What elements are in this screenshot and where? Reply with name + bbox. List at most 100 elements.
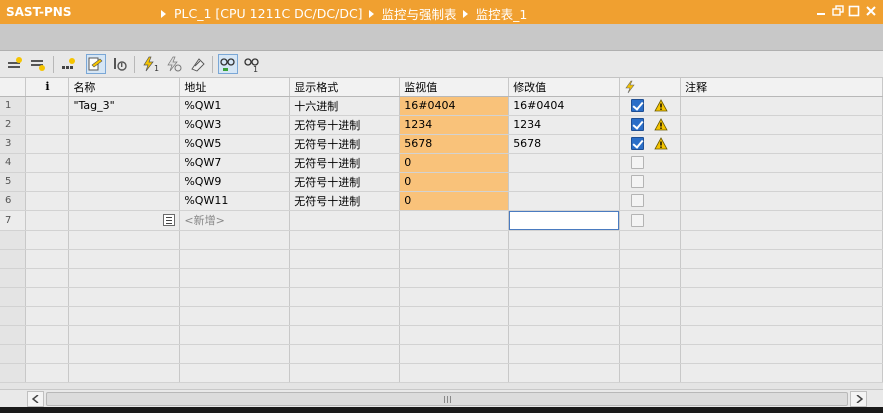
address-cell[interactable]: %QW7 xyxy=(179,153,291,173)
address-column-header[interactable]: 地址 xyxy=(179,78,291,97)
address-cell[interactable]: %QW1 xyxy=(179,96,291,116)
empty-cell xyxy=(25,344,70,364)
display-format-cell[interactable]: 无符号十进制 xyxy=(289,191,401,211)
modify-value-column-header[interactable]: 修改值 xyxy=(508,78,621,97)
table-row[interactable]: 5 %QW9 无符号十进制 0 xyxy=(0,172,883,192)
name-cell[interactable] xyxy=(68,172,181,192)
row-number[interactable]: 4 xyxy=(0,153,27,173)
comment-cell[interactable] xyxy=(680,210,883,231)
breadcrumb-plc[interactable]: PLC_1 [CPU 1211C DC/DC/DC] xyxy=(174,6,363,21)
new-table-row[interactable]: 7 <新增> xyxy=(0,210,883,231)
name-cell[interactable] xyxy=(68,134,181,154)
empty-cell xyxy=(68,306,181,326)
close-icon[interactable] xyxy=(864,4,878,18)
name-column-header[interactable]: 名称 xyxy=(68,78,181,97)
address-cell[interactable]: %QW3 xyxy=(179,115,291,135)
modify-value-cell[interactable]: 16#0404 xyxy=(508,96,621,116)
address-cell[interactable]: %QW5 xyxy=(179,134,291,154)
display-format-cell[interactable]: 无符号十进制 xyxy=(289,172,401,192)
display-format-column-header[interactable]: 显示格式 xyxy=(289,78,401,97)
table-row[interactable]: 3 %QW5 无符号十进制 5678 5678 xyxy=(0,134,883,154)
add-row-icon[interactable] xyxy=(28,54,48,74)
empty-cell xyxy=(25,287,70,307)
row-number[interactable]: 7 xyxy=(0,210,27,231)
show-all-modify-icon[interactable] xyxy=(59,54,79,74)
address-cell[interactable]: %QW9 xyxy=(179,172,291,192)
display-format-cell[interactable] xyxy=(289,210,401,231)
table-row[interactable]: 4 %QW7 无符号十进制 0 xyxy=(0,153,883,173)
comment-cell[interactable] xyxy=(680,153,883,173)
modify-now-icon[interactable]: 1 xyxy=(140,54,160,74)
monitor-value-column-header[interactable]: 监视值 xyxy=(399,78,510,97)
comment-column-header[interactable]: 注释 xyxy=(680,78,883,97)
minimize-icon[interactable] xyxy=(814,4,828,18)
row-number[interactable]: 5 xyxy=(0,172,27,192)
name-cell[interactable] xyxy=(68,153,181,173)
monitor-values-icon[interactable]: 1 xyxy=(242,54,262,74)
modify-checkbox[interactable] xyxy=(631,194,645,208)
modify-checkbox[interactable] xyxy=(631,175,645,189)
empty-cell xyxy=(508,249,621,269)
empty-cell xyxy=(680,344,883,364)
modify-trigger-icon[interactable] xyxy=(164,54,184,74)
name-cell[interactable] xyxy=(68,115,181,135)
monitor-all-icon[interactable] xyxy=(86,54,106,74)
display-format-cell[interactable]: 十六进制 xyxy=(289,96,401,116)
modify-column-header[interactable] xyxy=(619,78,682,97)
modify-value-cell[interactable] xyxy=(508,191,621,211)
address-cell[interactable]: %QW11 xyxy=(179,191,291,211)
display-format-cell[interactable]: 无符号十进制 xyxy=(289,115,401,135)
modify-value-cell[interactable] xyxy=(508,210,621,231)
comment-cell[interactable] xyxy=(680,115,883,135)
comment-cell[interactable] xyxy=(680,134,883,154)
empty-cell xyxy=(179,249,291,269)
monitor-once-icon[interactable] xyxy=(110,54,130,74)
row-number[interactable]: 6 xyxy=(0,191,27,211)
modify-value-input[interactable] xyxy=(509,210,619,229)
modify-value-cell[interactable]: 5678 xyxy=(508,134,621,154)
modify-checkbox[interactable] xyxy=(631,213,645,227)
comment-cell[interactable] xyxy=(680,96,883,116)
display-format-cell[interactable]: 无符号十进制 xyxy=(289,134,401,154)
modify-checkbox[interactable] xyxy=(631,156,645,170)
table-row[interactable]: 6 %QW11 无符号十进制 0 xyxy=(0,191,883,211)
restore-icon[interactable] xyxy=(831,4,845,18)
row-number[interactable]: 2 xyxy=(0,115,27,135)
modify-checkbox[interactable] xyxy=(631,137,645,151)
empty-cell xyxy=(619,344,682,364)
svg-text:1: 1 xyxy=(253,65,258,72)
name-cell[interactable] xyxy=(68,191,181,211)
modify-value-cell[interactable] xyxy=(508,172,621,192)
breadcrumb-watch-table[interactable]: 监控表_1 xyxy=(476,4,528,23)
row-number[interactable]: 1 xyxy=(0,96,27,116)
empty-cell xyxy=(25,230,70,250)
insert-row-icon[interactable] xyxy=(5,54,25,74)
scrollbar-thumb[interactable] xyxy=(46,392,848,406)
comment-cell[interactable] xyxy=(680,191,883,211)
breadcrumb-watch-force-tables[interactable]: 监控与强制表 xyxy=(382,4,457,23)
comment-cell[interactable] xyxy=(680,172,883,192)
info-column-header[interactable]: i xyxy=(25,78,70,97)
scroll-left-icon[interactable] xyxy=(27,391,44,407)
modify-checkbox[interactable] xyxy=(631,99,645,113)
maximize-icon[interactable] xyxy=(847,4,861,18)
row-number[interactable]: 3 xyxy=(0,134,27,154)
horizontal-scrollbar[interactable] xyxy=(0,389,883,407)
empty-cell xyxy=(0,268,27,288)
enable-peripheral-icon[interactable] xyxy=(188,54,208,74)
empty-cell xyxy=(0,230,27,250)
monitor-table-icon[interactable] xyxy=(218,54,238,74)
add-new-cell[interactable]: <新增> xyxy=(179,210,291,231)
empty-cell xyxy=(289,230,401,250)
name-cell[interactable] xyxy=(68,210,181,231)
table-row[interactable]: 2 %QW3 无符号十进制 1234 1234 xyxy=(0,115,883,135)
table-row[interactable]: 1 "Tag_3" %QW1 十六进制 16#0404 16#0404 xyxy=(0,96,883,116)
monitor-value-cell: 0 xyxy=(399,172,510,192)
name-cell[interactable]: "Tag_3" xyxy=(68,96,181,116)
modify-value-cell[interactable]: 1234 xyxy=(508,115,621,135)
modify-value-cell[interactable] xyxy=(508,153,621,173)
tag-list-icon[interactable] xyxy=(163,213,176,226)
display-format-cell[interactable]: 无符号十进制 xyxy=(289,153,401,173)
modify-checkbox[interactable] xyxy=(631,118,645,132)
scroll-right-icon[interactable] xyxy=(850,391,867,407)
